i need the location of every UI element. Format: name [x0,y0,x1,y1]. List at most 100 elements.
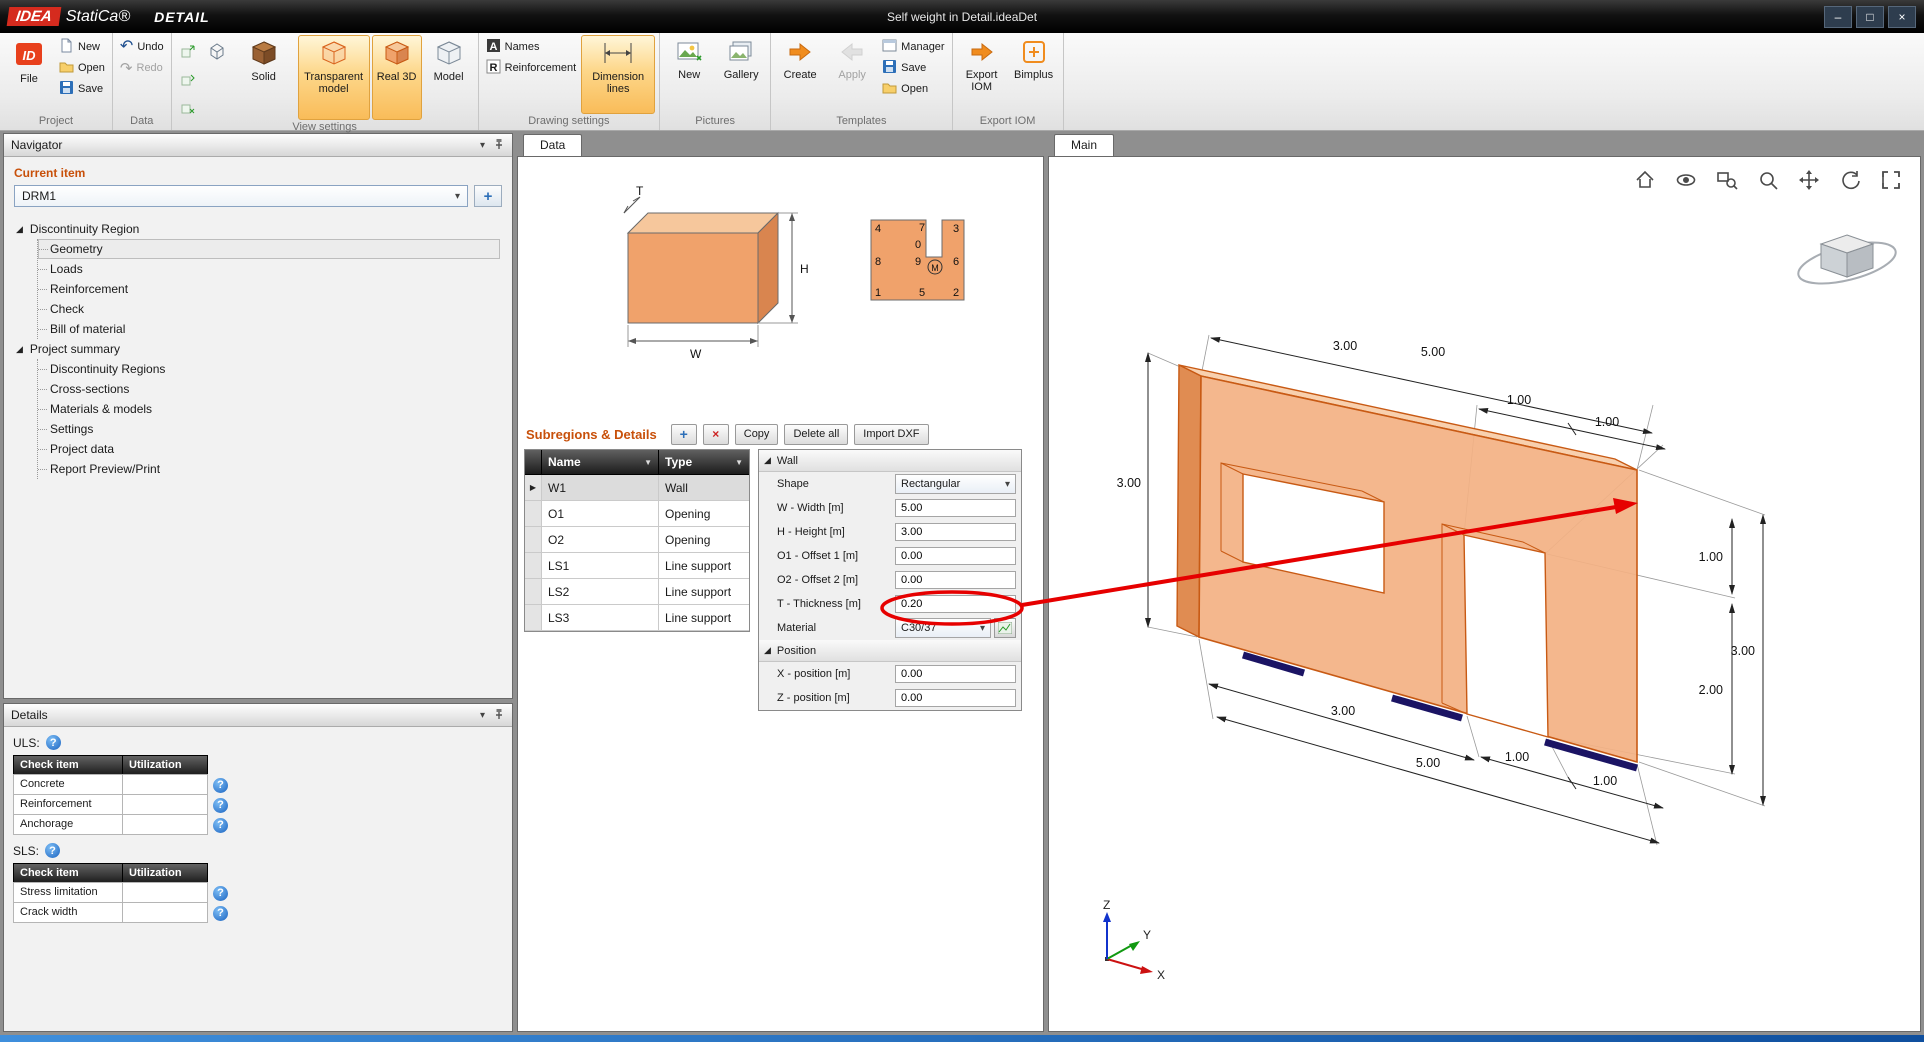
material-select[interactable]: C30/37 ▾ [895,618,991,638]
subregions-table: Name▼ Type▼ ▶ W1 Wall O1 Opening [524,449,750,632]
wall-section-header[interactable]: ◢ Wall [759,450,1021,472]
tree-item-reinforcement[interactable]: Reinforcement [38,279,500,299]
wireframe-cube-icon[interactable] [204,38,230,64]
panel-menu-icon[interactable]: ▾ [480,710,485,721]
undo-button[interactable]: ↶ Undo [117,38,167,56]
export-iom-button[interactable]: Export IOM [957,35,1007,114]
navigation-cube[interactable] [1794,234,1899,291]
panel-menu-icon[interactable]: ▾ [480,140,485,151]
chevron-down-icon: ▾ [455,191,460,202]
table-row-w1[interactable]: ▶ W1 Wall [525,475,749,501]
gallery-button[interactable]: Gallery [716,35,766,114]
tree-item-bill-of-material[interactable]: Bill of material [38,319,500,339]
help-icon[interactable]: ? [213,818,228,833]
help-icon[interactable]: ? [213,886,228,901]
new-button[interactable]: New [56,38,108,56]
material-detail-button[interactable] [994,618,1016,638]
help-icon[interactable]: ? [213,778,228,793]
help-icon[interactable]: ? [45,843,60,858]
thickness-input[interactable] [895,595,1016,613]
insert-node-icon[interactable] [176,38,202,64]
maximize-button[interactable]: □ [1856,6,1884,28]
table-row-o2[interactable]: O2 Opening [525,527,749,553]
transparent-model-button[interactable]: Transparent model [298,35,370,120]
tree-item-loads[interactable]: Loads [38,259,500,279]
picture-new-button[interactable]: New [664,35,714,114]
filter-icon[interactable]: ▼ [644,458,652,467]
tree-item-cross-sections[interactable]: Cross-sections [38,379,500,399]
fit-view-icon[interactable] [1878,167,1904,193]
perspective-icon[interactable] [1673,167,1699,193]
save-button[interactable]: Save [56,80,108,98]
table-row-ls2[interactable]: LS2 Line support [525,579,749,605]
solid-view-button[interactable]: Solid [232,35,296,120]
offset1-input[interactable] [895,547,1016,565]
table-header-row: Name▼ Type▼ [525,450,749,475]
table-row-ls1[interactable]: LS1 Line support [525,553,749,579]
template-apply-button[interactable]: Apply [827,35,877,114]
real-3d-button[interactable]: Real 3D [372,35,422,120]
help-icon[interactable]: ? [213,906,228,921]
pin-icon[interactable] [493,708,505,723]
open-button[interactable]: Open [56,59,108,77]
add-subregion-button[interactable]: + [671,424,697,445]
pin-icon[interactable] [493,138,505,153]
offset2-input[interactable] [895,571,1016,589]
delete-all-button[interactable]: Delete all [784,424,848,445]
help-icon[interactable]: ? [46,735,61,750]
expander-icon[interactable]: ◢ [16,224,23,235]
tree-item-project-data[interactable]: Project data [38,439,500,459]
add-item-button[interactable]: + [474,185,502,207]
copy-button[interactable]: Copy [735,424,779,445]
tree-item-geometry[interactable]: Geometry [38,239,500,259]
3d-scene[interactable]: 3.00 5.00 1.00 1.00 3.00 1.00 3.00 2.00 … [1049,157,1920,1032]
redo-button[interactable]: ↷ Redo [117,59,167,77]
tree-item-report-preview-print[interactable]: Report Preview/Print [38,459,500,479]
table-row-o1[interactable]: O1 Opening [525,501,749,527]
names-icon: A [486,38,501,56]
expander-icon[interactable]: ◢ [16,344,23,355]
rotate-icon[interactable] [1837,167,1863,193]
delete-subregion-button[interactable]: × [703,424,729,445]
template-open-button[interactable]: Open [879,80,947,98]
width-input[interactable] [895,499,1016,517]
template-manager-button[interactable]: Manager [879,38,947,56]
tree-section-project-summary[interactable]: ◢ Project summary [10,339,512,359]
zoom-window-icon[interactable] [1714,167,1740,193]
pan-icon[interactable] [1796,167,1822,193]
home-view-icon[interactable] [1632,167,1658,193]
current-item-select[interactable]: DRM1 ▾ [14,185,468,207]
table-row-ls3[interactable]: LS3 Line support [525,605,749,631]
x-position-input[interactable] [895,665,1016,683]
tree-item-materials-models[interactable]: Materials & models [38,399,500,419]
tab-data[interactable]: Data [523,134,582,156]
position-section-header[interactable]: ◢ Position [759,640,1021,662]
tree-item-settings[interactable]: Settings [38,419,500,439]
help-icon[interactable]: ? [213,798,228,813]
close-button[interactable]: × [1888,6,1916,28]
export-arrow-icon [969,40,995,67]
tab-main[interactable]: Main [1054,134,1114,156]
minimize-button[interactable]: – [1824,6,1852,28]
main-3d-view[interactable]: 3.00 5.00 1.00 1.00 3.00 1.00 3.00 2.00 … [1048,156,1921,1032]
template-create-button[interactable]: Create [775,35,825,114]
tree-section-discontinuity-region[interactable]: ◢ Discontinuity Region [10,219,512,239]
file-button[interactable]: ID File [4,35,54,114]
filter-icon[interactable]: ▼ [735,458,743,467]
names-toggle[interactable]: A Names [483,38,580,56]
model-view-button[interactable]: Model [424,35,474,120]
remove-node-icon[interactable] [176,94,202,120]
edit-polygon-icon[interactable] [176,66,202,92]
tree-item-discontinuity-regions[interactable]: Discontinuity Regions [38,359,500,379]
ribbon-group-project: ID File New Open Save [0,33,113,130]
z-position-input[interactable] [895,689,1016,707]
shape-select[interactable]: Rectangular ▾ [895,474,1016,494]
template-save-button[interactable]: Save [879,59,947,77]
dimension-lines-button[interactable]: Dimension lines [581,35,655,114]
import-dxf-button[interactable]: Import DXF [854,424,928,445]
reinforcement-toggle[interactable]: R Reinforcement [483,59,580,77]
zoom-icon[interactable] [1755,167,1781,193]
tree-item-check[interactable]: Check [38,299,500,319]
height-input[interactable] [895,523,1016,541]
bimplus-button[interactable]: Bimplus [1009,35,1059,114]
